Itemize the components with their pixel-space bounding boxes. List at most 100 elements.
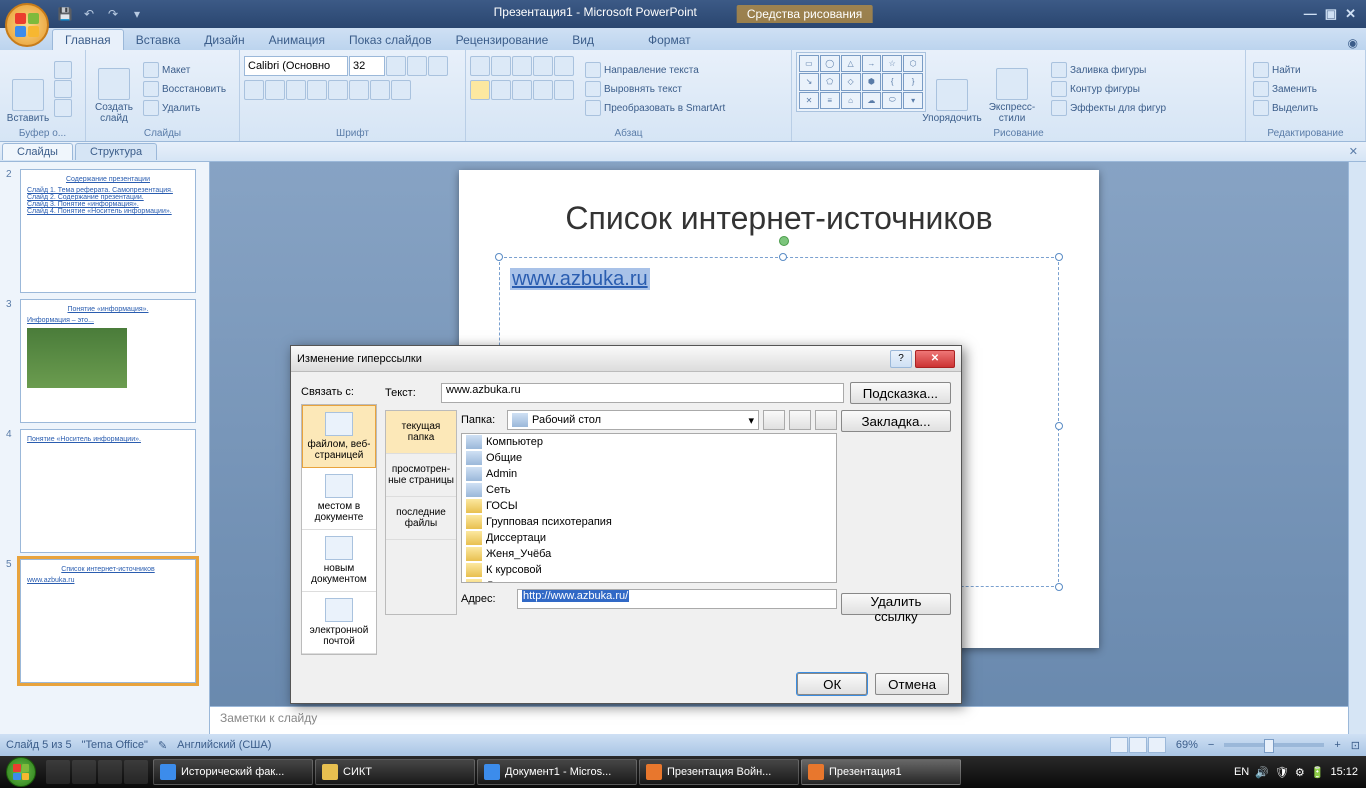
paste-button[interactable]: Вставить xyxy=(4,52,52,126)
tab-home[interactable]: Главная xyxy=(52,29,124,50)
ok-button[interactable]: ОК xyxy=(797,673,867,695)
grow-font-icon[interactable] xyxy=(386,56,406,76)
dialog-close-icon[interactable]: ✕ xyxy=(915,350,955,368)
address-input[interactable]: http://www.azbuka.ru/ xyxy=(517,589,837,609)
tray-icon[interactable]: 🔊 xyxy=(1255,766,1269,779)
file-list[interactable]: КомпьютерОбщиеAdminСетьГОСЫГрупповая пси… xyxy=(461,433,837,583)
dialog-titlebar[interactable]: Изменение гиперссылки ? ✕ xyxy=(291,346,961,372)
convert-smartart-button[interactable]: Преобразовать в SmartArt xyxy=(582,99,728,117)
new-slide-button[interactable]: Создать слайд xyxy=(90,52,138,126)
thumbnail[interactable]: Понятие «информация».Информация – это... xyxy=(20,299,196,423)
resize-handle[interactable] xyxy=(1055,422,1063,430)
pane-close-icon[interactable]: ✕ xyxy=(1341,145,1366,158)
file-item[interactable]: Диссертаци xyxy=(462,530,836,546)
normal-view-icon[interactable] xyxy=(1110,737,1128,753)
browse-file-icon[interactable] xyxy=(815,410,837,430)
start-button[interactable] xyxy=(0,756,42,788)
ql-icon[interactable] xyxy=(72,760,96,784)
resize-handle[interactable] xyxy=(779,253,787,261)
zoom-slider[interactable] xyxy=(1224,743,1324,747)
bold-icon[interactable] xyxy=(244,80,264,100)
align-right-icon[interactable] xyxy=(512,80,532,100)
tray-icon[interactable]: 🔋 xyxy=(1311,766,1325,779)
select-button[interactable]: Выделить xyxy=(1250,99,1321,117)
tooltip-button[interactable]: Подсказка... xyxy=(850,382,951,404)
undo-icon[interactable]: ↶ xyxy=(80,5,98,23)
link-type-option[interactable]: электронной почтой xyxy=(302,592,376,654)
align-center-icon[interactable] xyxy=(491,80,511,100)
file-item[interactable]: Групповая психотерапия xyxy=(462,514,836,530)
strike-icon[interactable] xyxy=(307,80,327,100)
spellcheck-icon[interactable]: ✎ xyxy=(158,739,167,752)
shapes-gallery[interactable]: ▭◯△→☆⬡ ↘⬠◇⬢{} ✕≡⌂☁⬭▾ xyxy=(796,52,926,112)
browse-tab[interactable]: просмотрен-ные страницы xyxy=(386,454,456,497)
shape-effects-button[interactable]: Эффекты для фигур xyxy=(1048,99,1169,117)
thumbnail[interactable]: Содержание презентацииСлайд 1. Тема рефе… xyxy=(20,169,196,293)
save-icon[interactable]: 💾 xyxy=(56,5,74,23)
columns-icon[interactable] xyxy=(554,80,574,100)
indent-left-icon[interactable] xyxy=(512,56,532,76)
format-painter-icon[interactable] xyxy=(54,99,72,117)
redo-icon[interactable]: ↷ xyxy=(104,5,122,23)
tab-design[interactable]: Дизайн xyxy=(192,30,256,50)
justify-icon[interactable] xyxy=(533,80,553,100)
taskbar-item[interactable]: Исторический фак... xyxy=(153,759,313,785)
zoom-in-icon[interactable]: + xyxy=(1334,739,1340,751)
sorter-view-icon[interactable] xyxy=(1129,737,1147,753)
file-item[interactable]: Сеть xyxy=(462,482,836,498)
text-input[interactable]: www.azbuka.ru xyxy=(441,383,844,403)
thumbnail[interactable]: Список интернет-источниковwww.azbuka.ru xyxy=(20,559,196,683)
change-case-icon[interactable] xyxy=(370,80,390,100)
resize-handle[interactable] xyxy=(1055,583,1063,591)
up-folder-icon[interactable] xyxy=(763,410,785,430)
shrink-font-icon[interactable] xyxy=(407,56,427,76)
bullets-icon[interactable] xyxy=(470,56,490,76)
notes-pane[interactable]: Заметки к слайду xyxy=(210,706,1348,734)
shape-fill-button[interactable]: Заливка фигуры xyxy=(1048,61,1169,79)
taskbar-item[interactable]: Презентация Войн... xyxy=(639,759,799,785)
tab-animation[interactable]: Анимация xyxy=(257,30,337,50)
file-item[interactable]: ГОСЫ xyxy=(462,498,836,514)
ql-icon[interactable] xyxy=(124,760,148,784)
shadow-icon[interactable] xyxy=(328,80,348,100)
zoom-out-icon[interactable]: − xyxy=(1208,739,1214,751)
text-direction-button[interactable]: Направление текста xyxy=(582,61,728,79)
file-item[interactable]: Общие xyxy=(462,450,836,466)
ql-icon[interactable] xyxy=(46,760,70,784)
ql-icon[interactable] xyxy=(98,760,122,784)
browse-tab[interactable]: последние файлы xyxy=(386,497,456,540)
file-item[interactable]: Женя_Учёба xyxy=(462,546,836,562)
link-type-option[interactable]: новым документом xyxy=(302,530,376,592)
tray-icon[interactable]: 🛡 xyxy=(1275,766,1289,779)
folder-combo[interactable]: Рабочий стол▾ xyxy=(507,410,759,430)
language-status[interactable]: Английский (США) xyxy=(177,739,271,751)
thumbnail[interactable]: Понятие «Носитель информации». xyxy=(20,429,196,553)
taskbar-item[interactable]: СИКТ xyxy=(315,759,475,785)
clear-format-icon[interactable] xyxy=(428,56,448,76)
hyperlink-text[interactable]: www.azbuka.ru xyxy=(510,268,650,290)
arrange-button[interactable]: Упорядочить xyxy=(928,52,976,126)
qat-more-icon[interactable]: ▾ xyxy=(128,5,146,23)
quick-styles-button[interactable]: Экспресс-стили xyxy=(978,52,1046,126)
find-button[interactable]: Найти xyxy=(1250,61,1321,79)
tab-view[interactable]: Вид xyxy=(560,30,606,50)
taskbar-item[interactable]: Презентация1 xyxy=(801,759,961,785)
help-icon[interactable]: ◉ xyxy=(1340,36,1366,50)
cancel-button[interactable]: Отмена xyxy=(875,673,949,695)
maximize-button[interactable]: ▣ xyxy=(1325,6,1337,22)
reset-button[interactable]: Восстановить xyxy=(140,80,229,98)
file-item[interactable]: К курсовой xyxy=(462,562,836,578)
resize-handle[interactable] xyxy=(1055,253,1063,261)
file-item[interactable]: Admin xyxy=(462,466,836,482)
italic-icon[interactable] xyxy=(265,80,285,100)
align-left-icon[interactable] xyxy=(470,80,490,100)
cut-icon[interactable] xyxy=(54,61,72,79)
scrollbar-vertical[interactable] xyxy=(1348,162,1366,734)
font-family-combo[interactable]: Calibri (Основно xyxy=(244,56,348,76)
shape-outline-button[interactable]: Контур фигуры xyxy=(1048,80,1169,98)
delete-slide-button[interactable]: Удалить xyxy=(140,99,229,117)
bookmark-button[interactable]: Закладка... xyxy=(841,410,951,432)
file-item[interactable]: Личность преподавателя xyxy=(462,578,836,583)
zoom-percent[interactable]: 69% xyxy=(1176,739,1198,751)
replace-button[interactable]: Заменить xyxy=(1250,80,1321,98)
